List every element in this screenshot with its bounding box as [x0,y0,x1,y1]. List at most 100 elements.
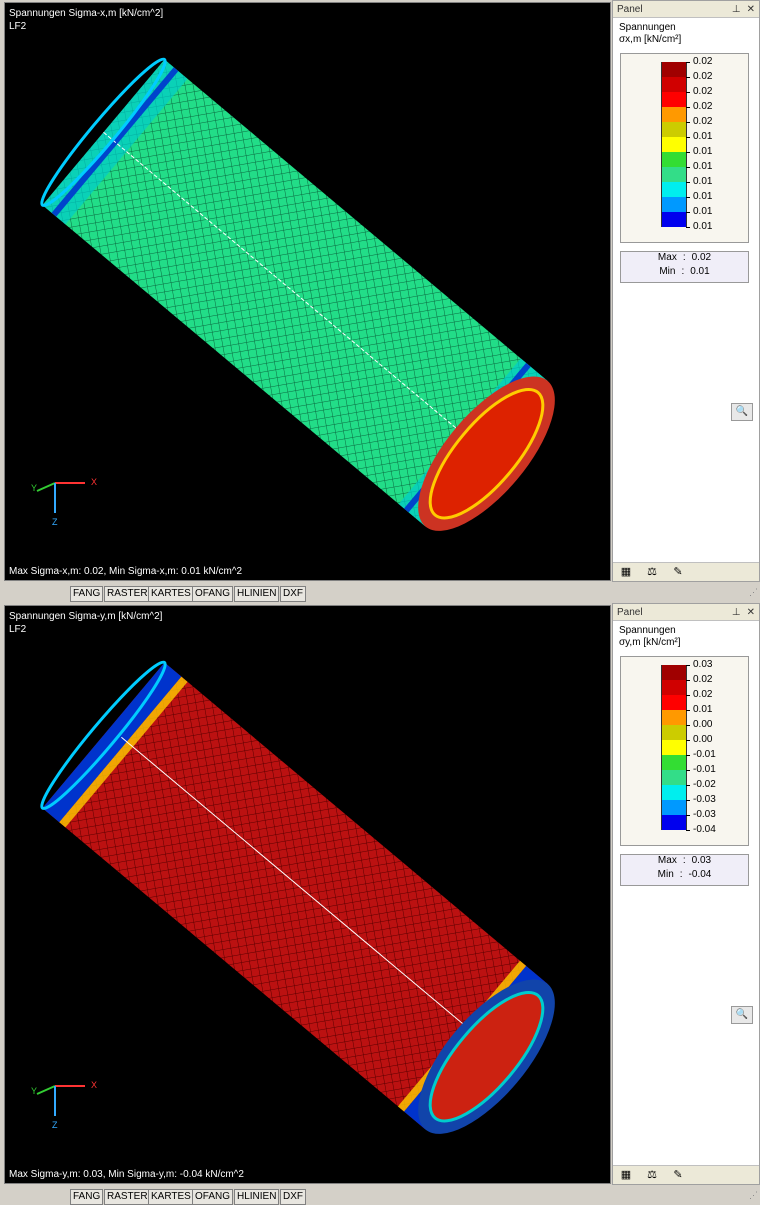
legend-value: 0.01 [693,191,713,202]
legend-value: 0.01 [693,161,713,172]
legend-value: -0.03 [693,794,716,805]
viewport-title: Spannungen Sigma-x,m [kN/cm^2] LF2 [9,7,163,33]
ofang-button[interactable]: OFANG [192,586,234,602]
legend-swatch [661,122,687,137]
hlinien-button[interactable]: HLINIEN [234,586,280,602]
panel-unit: σy,m [kN/cm²] [619,637,681,648]
color-legend: 0.02 0.02 0.02 0.02 0.02 0.01 0.01 0.01 … [620,53,749,243]
panel-edit-icon[interactable]: ✎ [671,565,685,579]
legend-swatch [661,182,687,197]
min-row: Min: -0.04 [621,869,748,883]
max-label: Max [657,855,677,866]
kartes-button[interactable]: KARTES [148,586,194,602]
panel-title: Panel [617,606,643,618]
statusbar-bottom: FANG RASTER KARTES OFANG HLINIEN DXF ⋰ [0,1187,760,1205]
zoom-icon[interactable]: 🔍 [731,1006,753,1024]
axis-y-label: Y [31,483,38,493]
viewport-status: Max Sigma-y,m: 0.03, Min Sigma-y,m: -0.0… [9,1169,244,1180]
axis-x-label: X [91,1080,98,1090]
panel-color-icon[interactable]: ▦ [619,1168,633,1182]
min-label: Min [659,266,676,277]
min-value: -0.04 [688,869,712,880]
min-max-box: Max:0.02 Min:0.01 [620,251,749,283]
legend-value: 0.01 [693,221,713,232]
legend-value: 0.01 [693,131,713,142]
panel-scale-icon[interactable]: ⚖ [645,565,659,579]
legend-value: 0.02 [693,56,713,67]
legend-swatch [661,800,687,815]
color-legend: 0.03 0.02 0.02 0.01 0.00 0.00 -0.01 -0.0… [620,656,749,846]
max-value: 0.03 [691,855,712,866]
legend-value: 0.02 [693,689,713,700]
axis-z-label: Z [52,1120,58,1130]
legend-swatch [661,92,687,107]
panel-edit-icon[interactable]: ✎ [671,1168,685,1182]
legend-value: -0.02 [693,779,716,790]
legend-swatch [661,785,687,800]
max-row: Max:0.02 [621,252,748,266]
legend-value: 0.01 [693,704,713,715]
dxf-button[interactable]: DXF [280,586,306,602]
fang-button[interactable]: FANG [70,1189,104,1205]
resize-grip[interactable]: ⋰ [749,587,758,598]
axis-triad: X Y Z [25,473,105,533]
min-value: 0.01 [690,266,710,277]
panel-color-icon[interactable]: ▦ [619,565,633,579]
legend-swatch [661,815,687,830]
legend-value: 0.01 [693,176,713,187]
legend-value: 0.03 [693,659,713,670]
legend-swatch [661,755,687,770]
legend-row: -0.04 [661,824,741,845]
kartes-button[interactable]: KARTES [148,1189,194,1205]
legend-swatch [661,695,687,710]
legend-swatch [661,137,687,152]
raster-button[interactable]: RASTER [104,586,151,602]
load-case: LF2 [9,21,27,32]
viewport-top[interactable]: Spannungen Sigma-x,m [kN/cm^2] LF2 X Y Z… [4,2,611,581]
pin-icon[interactable]: ⊥ [732,4,741,15]
min-max-box: Max:0.03 Min: -0.04 [620,854,749,886]
max-row: Max:0.03 [621,855,748,869]
min-row: Min:0.01 [621,266,748,280]
close-icon[interactable]: ✕ [747,4,755,15]
viewport-status: Max Sigma-x,m: 0.02, Min Sigma-x,m: 0.01… [9,566,243,577]
legend-row: 0.01 [661,221,741,242]
legend-value: 0.02 [693,101,713,112]
fang-button[interactable]: FANG [70,586,104,602]
legend-value: 0.02 [693,116,713,127]
min-label: Min [657,869,674,880]
legend-value: 0.02 [693,674,713,685]
max-value: 0.02 [691,252,712,263]
zoom-icon[interactable]: 🔍 [731,403,753,421]
legend-swatch [661,107,687,122]
hlinien-button[interactable]: HLINIEN [234,1189,280,1205]
legend-value: 0.02 [693,86,713,97]
viewport-bottom[interactable]: Spannungen Sigma-y,m [kN/cm^2] LF2 X Y Z… [4,605,611,1184]
dxf-button[interactable]: DXF [280,1189,306,1205]
legend-value: 0.00 [693,719,713,730]
ofang-button[interactable]: OFANG [192,1189,234,1205]
close-icon[interactable]: ✕ [747,607,755,618]
max-label: Max [657,252,677,263]
viewport-title: Spannungen Sigma-y,m [kN/cm^2] LF2 [9,610,162,636]
legend-swatch [661,167,687,182]
legend-value: 0.01 [693,146,713,157]
legend-swatch [661,770,687,785]
legend-swatch [661,197,687,212]
bottom-window: Spannungen Sigma-y,m [kN/cm^2] LF2 X Y Z… [0,603,760,1205]
legend-swatch [661,77,687,92]
panel-footer: ▦ ⚖ ✎ [613,562,759,581]
panel-top: Panel ⊥ ✕ Spannungen σx,m [kN/cm²] 0.02 … [612,0,760,582]
panel-scale-icon[interactable]: ⚖ [645,1168,659,1182]
legend-value: 0.00 [693,734,713,745]
result-title: Spannungen Sigma-x,m [kN/cm^2] [9,8,164,19]
legend-value: 0.01 [693,206,713,217]
legend-swatch [661,212,687,227]
raster-button[interactable]: RASTER [104,1189,151,1205]
legend-swatch [661,710,687,725]
axis-x-label: X [91,477,98,487]
panel-header: Panel ⊥ ✕ [613,604,759,621]
panel-unit: σx,m [kN/cm²] [619,34,682,45]
resize-grip[interactable]: ⋰ [749,1190,758,1201]
pin-icon[interactable]: ⊥ [732,607,741,618]
